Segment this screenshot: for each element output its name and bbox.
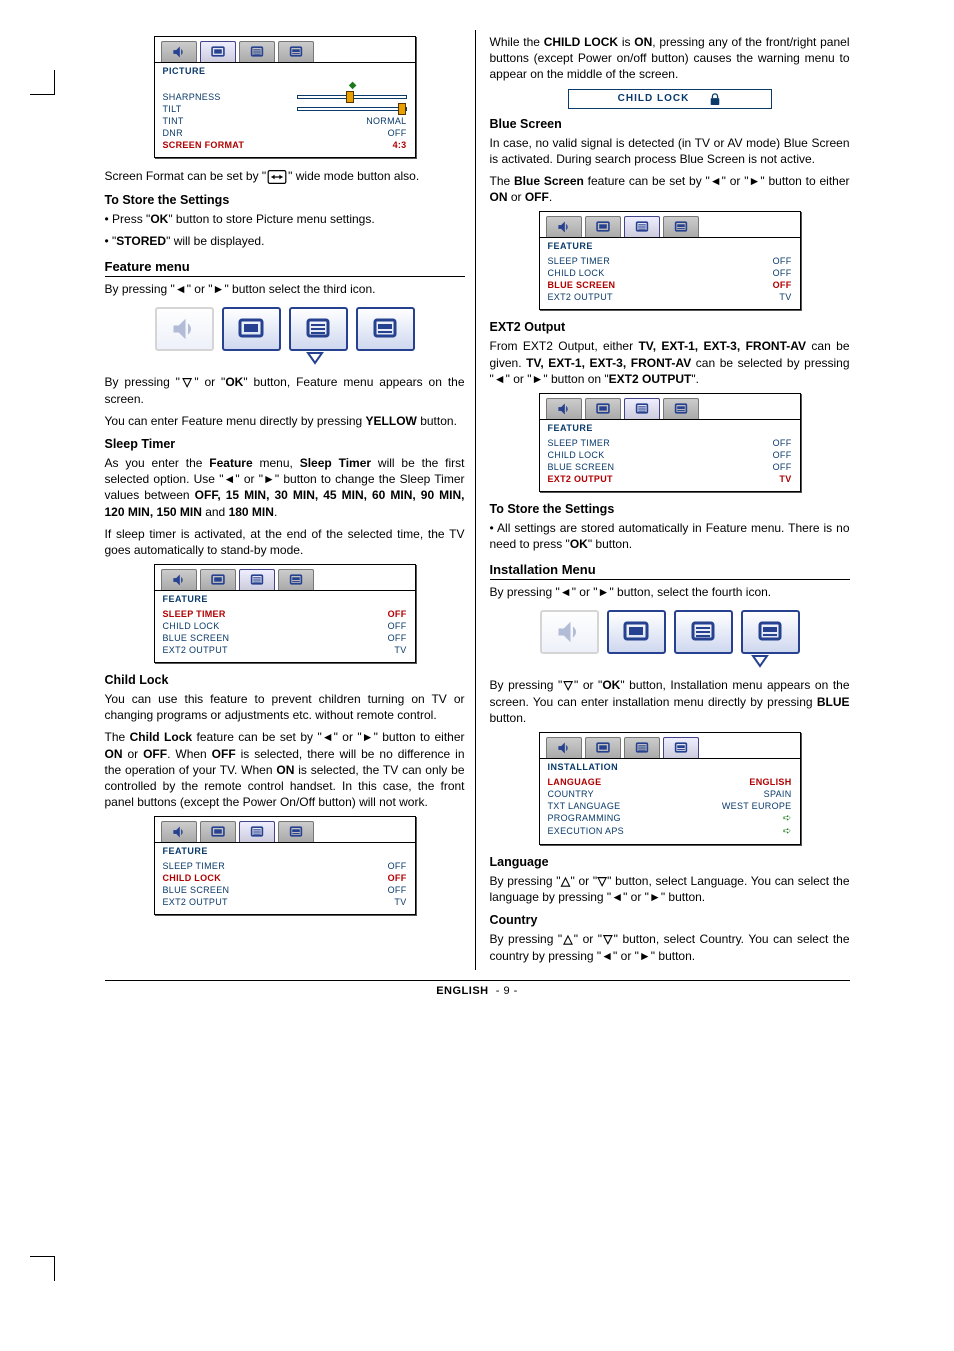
installation-heading: Installation Menu — [490, 562, 850, 580]
tab-install-icon — [278, 821, 314, 842]
wide-mode-icon — [266, 169, 288, 185]
tab-sound-icon — [161, 569, 197, 590]
store-bullet-1: • Press "OK" button to store Picture men… — [105, 211, 465, 227]
tab-sound-icon — [546, 216, 582, 237]
child-lock-banner: CHILD LOCK — [568, 89, 772, 109]
tab-feature-icon — [239, 569, 275, 590]
ext2-p1: From EXT2 Output, either TV, EXT-1, EXT-… — [490, 338, 850, 387]
feature-yellow: You can enter Feature menu directly by p… — [105, 413, 465, 429]
store-bullet-2: • "STORED" will be displayed. — [105, 233, 465, 249]
big-feature-icon — [674, 610, 733, 654]
tab-install-icon — [278, 569, 314, 590]
tab-picture-icon — [585, 737, 621, 758]
sleep-timer-p1: As you enter the Feature menu, Sleep Tim… — [105, 455, 465, 520]
lock-icon — [709, 93, 721, 105]
country-p: By pressing "△" or "▽" button, select Co… — [490, 931, 850, 963]
tab-sound-icon — [161, 821, 197, 842]
language-p: By pressing "△" or "▽" button, select La… — [490, 873, 850, 905]
tab-feature-icon — [239, 41, 275, 62]
tab-feature-icon — [239, 821, 275, 842]
osd-feature-bluescreen: FEATURE SLEEP TIMEROFF CHILD LOCKOFF BLU… — [539, 211, 801, 310]
selector-arrow-icon — [490, 654, 850, 671]
big-install-icon — [356, 307, 415, 351]
page-footer: ENGLISH - 9 - — [105, 980, 850, 997]
blue-screen-heading: Blue Screen — [490, 117, 850, 131]
store-auto: • All settings are stored automatically … — [490, 520, 850, 552]
osd-rows: ◆ SHARPNESS TILT TINTNORMAL DNROFF SCREE… — [155, 78, 415, 157]
country-heading: Country — [490, 913, 850, 927]
install-intro: By pressing "◄" or "►" button, select th… — [490, 584, 850, 600]
feature-intro: By pressing "◄" or "►" button select the… — [105, 281, 465, 297]
big-picture-icon — [222, 307, 281, 351]
tab-install-icon — [663, 398, 699, 419]
language-heading: Language — [490, 855, 850, 869]
install-press: By pressing "▽" or "OK" button, Installa… — [490, 677, 850, 726]
osd-installation: INSTALLATION LANGUAGEENGLISH COUNTRYSPAI… — [539, 732, 801, 845]
osd-feature-ext2: FEATURE SLEEP TIMEROFF CHILD LOCKOFF BLU… — [539, 393, 801, 492]
page: PICTURE ◆ SHARPNESS TILT TINTNORMAL DNRO… — [105, 30, 850, 997]
tab-install-icon — [278, 41, 314, 62]
tab-sound-icon — [546, 737, 582, 758]
sleep-timer-p2: If sleep timer is activated, at the end … — [105, 526, 465, 558]
left-column: PICTURE ◆ SHARPNESS TILT TINTNORMAL DNRO… — [105, 30, 476, 970]
store-settings-heading-2: To Store the Settings — [490, 502, 850, 516]
child-lock-on-warning: While the CHILD LOCK is ON, pressing any… — [490, 34, 850, 83]
osd-title: PICTURE — [155, 63, 415, 78]
osd-feature-sleep: FEATURE SLEEP TIMEROFF CHILD LOCKOFF BLU… — [154, 564, 416, 663]
tab-feature-icon — [624, 398, 660, 419]
tab-feature-icon — [624, 737, 660, 758]
tab-sound-icon — [161, 41, 197, 62]
feature-icon-row — [105, 307, 465, 351]
tab-sound-icon — [546, 398, 582, 419]
feature-press-ok: By pressing "▽" or "OK" button, Feature … — [105, 374, 465, 406]
feature-menu-heading: Feature menu — [105, 259, 465, 277]
store-settings-heading: To Store the Settings — [105, 193, 465, 207]
big-feature-icon — [289, 307, 348, 351]
tab-picture-icon — [200, 569, 236, 590]
tab-install-icon — [663, 737, 699, 758]
sleep-timer-heading: Sleep Timer — [105, 437, 465, 451]
tab-picture-icon — [200, 821, 236, 842]
child-lock-p1: You can use this feature to prevent chil… — [105, 691, 465, 723]
selector-arrow-icon — [105, 351, 465, 368]
blue-screen-p1: In case, no valid signal is detected (in… — [490, 135, 850, 167]
child-lock-heading: Child Lock — [105, 673, 465, 687]
tab-feature-icon — [624, 216, 660, 237]
blue-screen-p2: The Blue Screen feature can be set by "◄… — [490, 173, 850, 205]
tab-picture-icon — [585, 398, 621, 419]
osd-picture-menu: PICTURE ◆ SHARPNESS TILT TINTNORMAL DNRO… — [154, 36, 416, 158]
tab-picture-icon — [200, 41, 236, 62]
osd-feature-childlock: FEATURE SLEEP TIMEROFF CHILD LOCKOFF BLU… — [154, 816, 416, 915]
screen-format-note: Screen Format can be set by "" wide mode… — [105, 168, 465, 185]
big-install-icon — [741, 610, 800, 654]
ext2-heading: EXT2 Output — [490, 320, 850, 334]
tab-install-icon — [663, 216, 699, 237]
big-picture-icon — [607, 610, 666, 654]
child-lock-p2: The Child Lock feature can be set by "◄"… — [105, 729, 465, 810]
install-icon-row — [490, 610, 850, 654]
right-column: While the CHILD LOCK is ON, pressing any… — [488, 30, 850, 970]
big-sound-icon — [540, 610, 599, 654]
tab-picture-icon — [585, 216, 621, 237]
big-sound-icon — [155, 307, 214, 351]
